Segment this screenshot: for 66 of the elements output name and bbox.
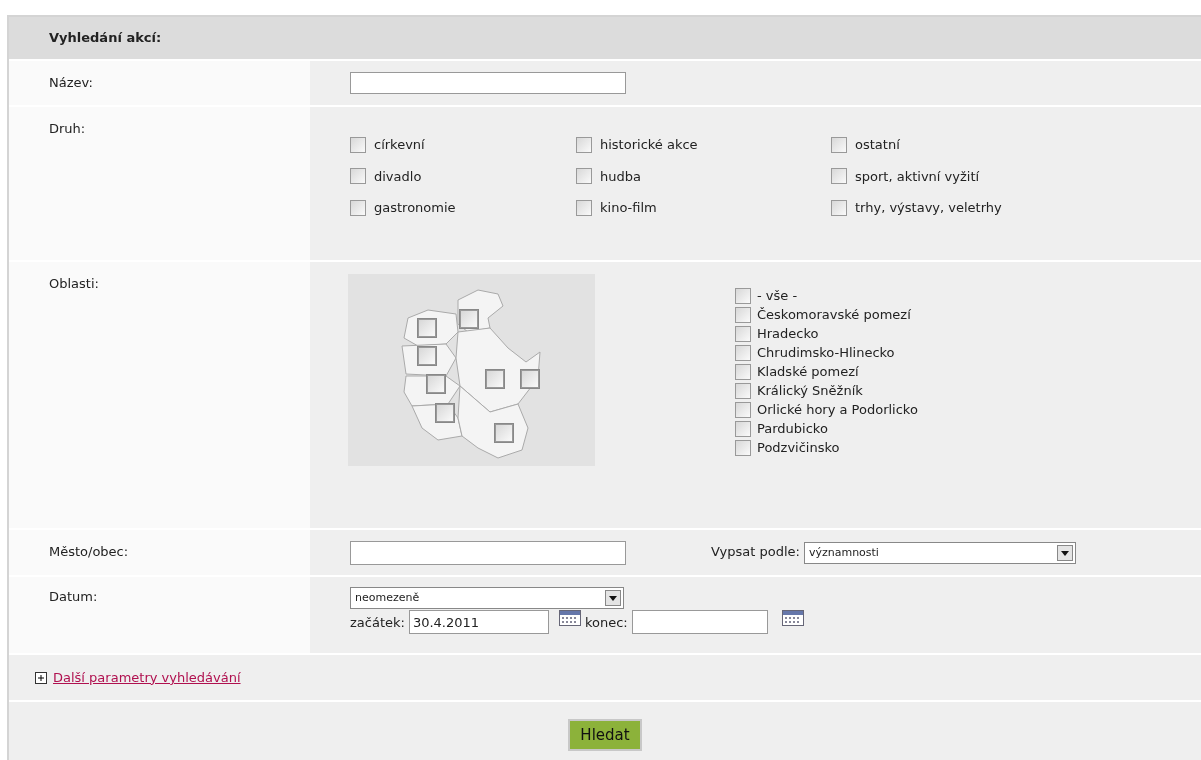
checkbox-label: - vše - — [757, 286, 798, 305]
checkbox[interactable] — [350, 199, 366, 216]
checkbox[interactable] — [576, 136, 592, 153]
start-date-input[interactable]: 30.4.2011 — [408, 610, 549, 634]
field-label: Datum: — [49, 589, 98, 604]
checkbox-label: Pardubicko — [757, 419, 828, 438]
checkbox-label: Chrudimsko-Hlinecko — [757, 343, 895, 362]
checkbox[interactable] — [735, 439, 751, 456]
checkbox[interactable] — [735, 363, 751, 380]
checkbox-label: sport, aktivní vyžití — [855, 167, 980, 186]
form-title: Vyhledání akcí: — [49, 29, 162, 48]
checkbox[interactable] — [486, 370, 504, 388]
city-input[interactable] — [350, 541, 626, 565]
checkbox[interactable] — [831, 136, 847, 153]
name-input[interactable] — [350, 72, 626, 94]
checkbox-label: gastronomie — [374, 199, 456, 217]
field-label: začátek: — [350, 614, 405, 632]
search-button[interactable]: Hledat — [568, 719, 642, 751]
checkbox-label: trhy, výstavy, veletrhy — [855, 199, 1002, 217]
checkbox[interactable] — [735, 325, 751, 342]
checkbox[interactable] — [576, 168, 592, 185]
checkbox[interactable] — [735, 420, 751, 437]
checkbox[interactable] — [735, 401, 751, 418]
checkbox[interactable] — [350, 136, 366, 153]
checkbox[interactable] — [418, 347, 436, 365]
checkbox-label: historické akce — [600, 136, 698, 154]
dropdown-icon — [1056, 545, 1073, 561]
checkbox[interactable] — [735, 287, 751, 304]
checkbox-label: Králický Sněžník — [757, 381, 863, 400]
checkbox-label: Kladské pomezí — [757, 362, 859, 381]
checkbox[interactable] — [576, 199, 592, 216]
end-date-input[interactable] — [631, 610, 768, 634]
checkbox[interactable] — [460, 310, 478, 328]
checkbox[interactable] — [495, 424, 513, 442]
field-label: Oblasti: — [49, 276, 99, 291]
checkbox-label: ostatní — [855, 136, 900, 154]
calendar-icon[interactable] — [781, 610, 804, 626]
checkbox[interactable] — [350, 168, 366, 185]
checkbox-label: kino-film — [600, 199, 657, 217]
checkbox[interactable] — [436, 404, 454, 422]
expand-icon[interactable] — [35, 671, 47, 684]
checkbox[interactable] — [735, 306, 751, 323]
sort-select[interactable]: významnosti — [803, 542, 1076, 564]
date-range-select[interactable]: neomezeně — [350, 587, 624, 609]
checkbox[interactable] — [735, 382, 751, 399]
field-label: Vypsat podle: — [711, 543, 800, 561]
more-parameters-link[interactable]: Další parametry vyhledávání — [53, 667, 241, 688]
checkbox[interactable] — [418, 319, 436, 337]
checkbox[interactable] — [521, 370, 539, 388]
checkbox-label: hudba — [600, 167, 641, 186]
field-label: konec: — [584, 614, 628, 632]
field-label: Město/obec: — [49, 544, 129, 559]
checkbox-label: Českomoravské pomezí — [757, 305, 911, 324]
checkbox-label: Podzvičinsko — [757, 438, 840, 457]
checkbox[interactable] — [831, 199, 847, 216]
checkbox[interactable] — [735, 344, 751, 361]
checkbox-label: divadlo — [374, 167, 422, 186]
field-label: Název: — [49, 75, 93, 90]
calendar-icon[interactable] — [558, 610, 581, 626]
dropdown-icon — [605, 590, 621, 606]
checkbox-label: církevní — [374, 136, 425, 154]
checkbox-label: Orlické hory a Podorlicko — [757, 400, 918, 419]
checkbox[interactable] — [427, 375, 445, 393]
checkbox-label: Hradecko — [757, 324, 819, 343]
checkbox[interactable] — [831, 168, 847, 185]
field-label: Druh: — [49, 121, 86, 136]
